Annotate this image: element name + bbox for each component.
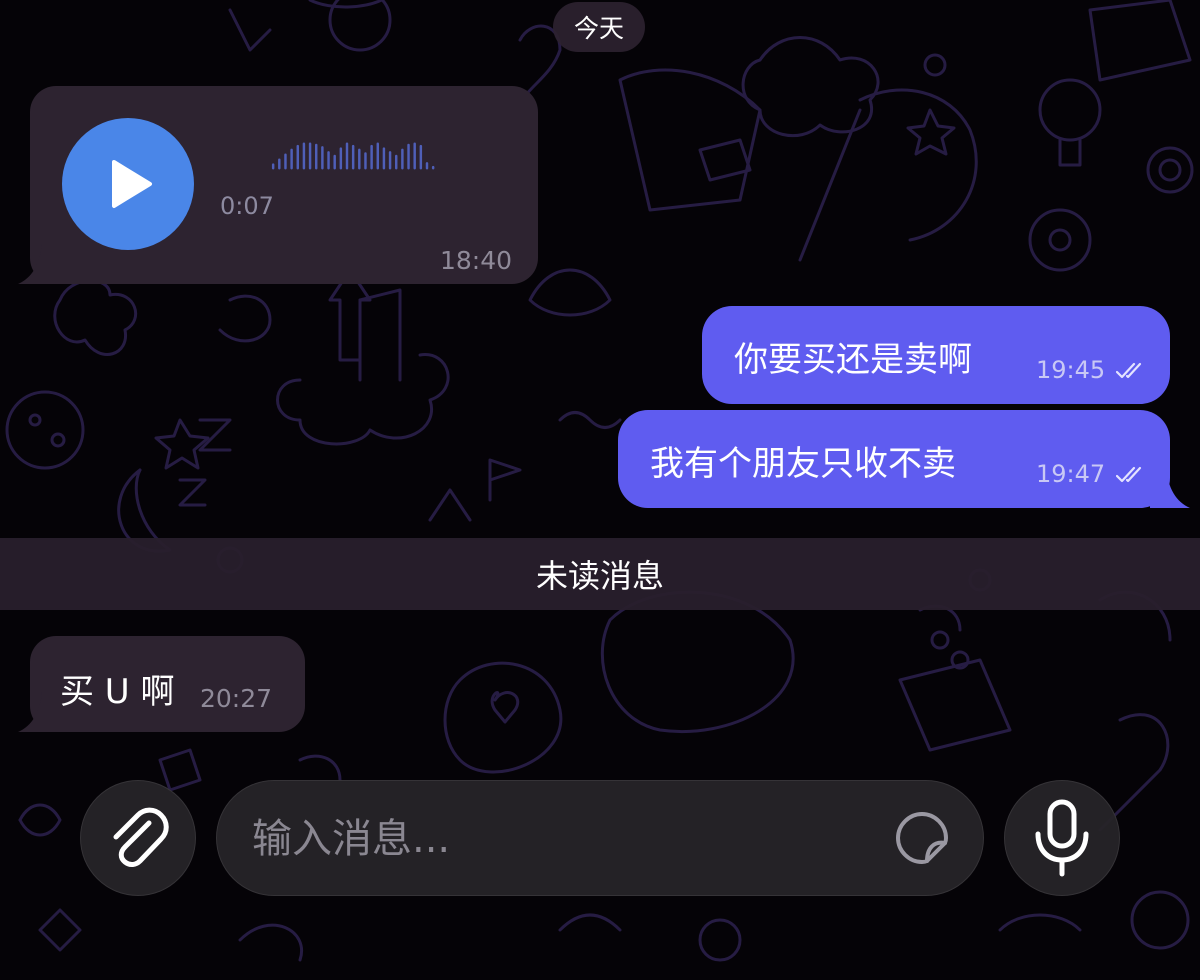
attach-button[interactable] xyxy=(80,780,196,896)
incoming-message-bubble[interactable]: 买 U 啊 20:27 xyxy=(30,636,305,732)
double-check-icon xyxy=(1116,362,1142,379)
outgoing-message-bubble[interactable]: 我有个朋友只收不卖 19:47 xyxy=(618,410,1170,508)
waveform-bar xyxy=(413,142,416,170)
waveform-bar xyxy=(370,144,373,170)
message-text: 买 U 啊 xyxy=(60,672,175,712)
voice-duration: 0:07 xyxy=(220,192,274,220)
date-separator: 今天 xyxy=(553,2,645,52)
bubble-tail xyxy=(18,244,58,284)
message-text: 我有个朋友只收不卖 xyxy=(650,444,956,484)
waveform-bar xyxy=(339,147,343,170)
message-time: 20:27 xyxy=(200,684,273,713)
waveform-bar xyxy=(364,152,367,170)
waveform-bar xyxy=(333,154,336,170)
waveform-bar xyxy=(431,165,435,170)
voice-waveform[interactable] xyxy=(220,140,490,172)
waveform-bar xyxy=(407,143,410,170)
play-icon xyxy=(112,160,152,208)
voice-record-button[interactable] xyxy=(1004,780,1120,896)
waveform-bar xyxy=(401,148,404,170)
waveform-bar xyxy=(388,151,392,170)
waveform-bar xyxy=(351,144,355,170)
unread-messages-divider: 未读消息 xyxy=(0,538,1200,610)
waveform-bar xyxy=(327,151,330,170)
waveform-bar xyxy=(284,153,287,170)
message-time: 19:45 xyxy=(1036,356,1106,384)
voice-message-bubble[interactable]: 0:07 18:40 xyxy=(30,86,538,284)
outgoing-message-bubble[interactable]: 你要买还是卖啊 19:45 xyxy=(702,306,1170,404)
message-input[interactable] xyxy=(252,816,852,862)
bubble-tail xyxy=(1150,468,1190,508)
bubble-tail xyxy=(18,692,58,732)
message-input-field[interactable] xyxy=(216,780,984,896)
waveform-bar xyxy=(419,144,423,170)
waveform-bar xyxy=(278,158,281,170)
message-time: 19:47 xyxy=(1036,460,1106,488)
waveform-bar xyxy=(308,142,312,170)
waveform-bar xyxy=(395,154,398,170)
microphone-icon xyxy=(1035,799,1089,877)
waveform-bar xyxy=(271,163,275,170)
waveform-bar xyxy=(321,146,324,170)
waveform-bar xyxy=(315,143,318,170)
paperclip-icon xyxy=(113,807,169,867)
double-check-icon xyxy=(1116,466,1142,483)
message-time: 18:40 xyxy=(440,246,513,275)
waveform-bar xyxy=(382,147,386,170)
waveform-bar xyxy=(345,142,349,170)
waveform-bar xyxy=(290,148,293,170)
waveform-bar xyxy=(296,144,299,170)
waveform-bar xyxy=(302,142,306,170)
message-text: 你要买还是卖啊 xyxy=(734,340,972,380)
waveform-bar xyxy=(376,142,379,170)
waveform-bar xyxy=(425,162,429,170)
waveform-bar xyxy=(358,148,361,170)
play-button[interactable] xyxy=(62,118,194,250)
sticker-icon[interactable] xyxy=(894,810,950,866)
